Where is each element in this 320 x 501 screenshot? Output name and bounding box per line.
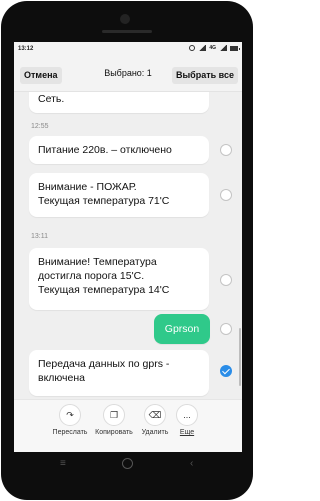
message-text: достигла порога 15'С.: [38, 270, 145, 282]
message-list[interactable]: Сеть. 12:55 Питание 220в. – отключено Вн…: [14, 92, 242, 399]
forward-button[interactable]: ↷ Переслать: [49, 404, 91, 436]
more-button[interactable]: ... Еще: [166, 404, 208, 436]
message-checkbox[interactable]: [220, 274, 232, 286]
message-text: Внимание - ПОЖАР.: [38, 181, 137, 193]
status-bar: 13:12 4G: [14, 42, 242, 58]
message-text: Передача данных по gprs -: [38, 358, 170, 370]
network-type: 4G: [209, 45, 216, 51]
message-text: Внимание! Температура: [38, 256, 157, 268]
message-checkbox[interactable]: [220, 189, 232, 201]
system-nav-bar: ≡ ‹: [14, 452, 242, 476]
home-icon[interactable]: [122, 458, 133, 469]
status-icons: 4G: [189, 45, 240, 51]
message-timestamp: 13:11: [31, 233, 48, 240]
message-checkbox-checked[interactable]: [220, 365, 232, 377]
forward-label: Переслать: [52, 429, 88, 436]
message-bubble[interactable]: Питание 220в. – отключено: [29, 136, 209, 164]
message-text: Текущая температура 71'С: [38, 195, 170, 207]
selection-toolbar: Отмена Выбрано: 1 Выбрать все: [14, 58, 242, 92]
message-checkbox[interactable]: [220, 323, 232, 335]
front-camera: [120, 14, 130, 24]
earpiece-speaker: [102, 30, 152, 33]
signal-strength-icon: [219, 45, 227, 51]
outgoing-message-bubble[interactable]: Gprson: [154, 314, 210, 344]
copy-icon: ❐: [103, 404, 125, 426]
trash-icon: ⌫: [144, 404, 166, 426]
message-bubble[interactable]: Внимание - ПОЖАР. Текущая температура 71…: [29, 173, 209, 217]
message-text: включена: [38, 372, 86, 384]
back-icon[interactable]: ‹: [190, 458, 193, 470]
action-bar: ↷ Переслать ❐ Копировать ⌫ Удалить ... Е…: [14, 399, 242, 452]
message-checkbox[interactable]: [220, 144, 232, 156]
select-all-button[interactable]: Выбрать все: [171, 67, 238, 84]
message-text: Сеть.: [38, 93, 65, 105]
message-bubble-selected[interactable]: Передача данных по gprs - включена: [29, 350, 209, 396]
screen: 13:12 4G Отмена Выбрано: 1 Выбрать все С…: [14, 42, 242, 452]
forward-icon: ↷: [59, 404, 81, 426]
more-label: Еще: [179, 429, 195, 436]
scrollbar[interactable]: [239, 328, 241, 386]
more-icon: ...: [176, 404, 198, 426]
message-bubble[interactable]: Внимание! Температура достигла порога 15…: [29, 248, 209, 310]
signal-icon: [198, 45, 207, 51]
menu-icon[interactable]: ≡: [60, 458, 66, 470]
message-text: Текущая температура 14'С: [38, 284, 170, 296]
copy-button[interactable]: ❐ Копировать: [93, 404, 135, 436]
message-bubble[interactable]: Сеть.: [29, 92, 209, 113]
alarm-icon: [189, 45, 196, 51]
message-text: Питание 220в. – отключено: [38, 144, 172, 156]
message-text: Gprson: [164, 323, 200, 335]
status-time: 13:12: [18, 46, 34, 52]
message-timestamp: 12:55: [31, 123, 49, 130]
copy-label: Копировать: [95, 429, 133, 436]
battery-icon: [230, 45, 240, 51]
